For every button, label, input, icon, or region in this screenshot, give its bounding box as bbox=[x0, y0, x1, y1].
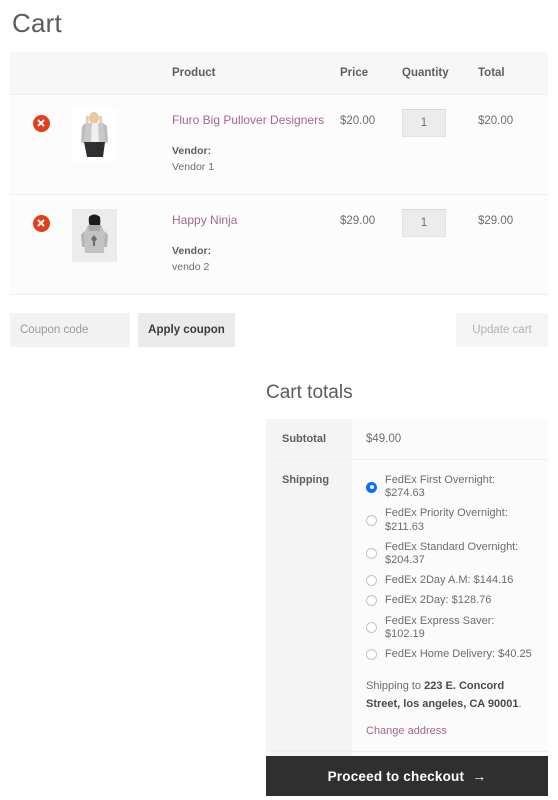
remove-cell bbox=[10, 194, 72, 295]
vendor-label: Vendor: bbox=[172, 245, 212, 258]
cart-totals-title: Cart totals bbox=[266, 382, 353, 403]
shipping-option[interactable]: FedEx Home Delivery: $40.25 bbox=[366, 648, 536, 661]
vendor-name: Vendor 1 bbox=[172, 160, 215, 173]
subtotal-value: $49.00 bbox=[352, 419, 548, 460]
column-header-thumbnail bbox=[72, 52, 172, 95]
remove-item-icon[interactable] bbox=[32, 214, 50, 232]
shipping-cell: FedEx First Overnight: $274.63 FedEx Pri… bbox=[352, 459, 548, 753]
quantity-cell: 1 bbox=[402, 194, 478, 295]
thumbnail-cell bbox=[72, 94, 172, 195]
quantity-input[interactable]: 1 bbox=[402, 208, 446, 237]
product-line-total: $20.00 bbox=[478, 94, 548, 195]
vendor-label: Vendor: bbox=[172, 145, 212, 158]
cart-table-header-row: Product Price Quantity Total bbox=[10, 52, 548, 95]
product-price: $20.00 bbox=[340, 94, 402, 195]
product-cell: Happy Ninja Vendor: vendo 2 bbox=[172, 194, 340, 295]
shipping-label: Shipping bbox=[266, 459, 352, 753]
radio-icon[interactable] bbox=[366, 575, 377, 587]
shipping-methods-list: FedEx First Overnight: $274.63 FedEx Pri… bbox=[366, 474, 536, 661]
page-title: Cart bbox=[12, 8, 62, 38]
product-thumbnail-image[interactable] bbox=[72, 108, 117, 162]
cart-table-body: Fluro Big Pullover Designers Vendor: Ven… bbox=[10, 94, 548, 295]
shipping-destination-text: Shipping to 223 E. Concord Street, los a… bbox=[366, 677, 536, 713]
shipping-to-suffix: . bbox=[518, 698, 522, 711]
subtotal-row: Subtotal $49.00 bbox=[266, 419, 548, 460]
product-line-total: $29.00 bbox=[478, 194, 548, 295]
change-address-link[interactable]: Change address bbox=[366, 725, 447, 737]
product-name-link[interactable]: Fluro Big Pullover Designers bbox=[172, 113, 340, 129]
shipping-option-label: FedEx Express Saver: $102.19 bbox=[385, 614, 495, 640]
shipping-option-label: FedEx Priority Overnight: $211.63 bbox=[385, 507, 508, 533]
apply-coupon-button[interactable]: Apply coupon bbox=[138, 313, 235, 347]
remove-cell bbox=[10, 94, 72, 195]
product-thumbnail-image[interactable] bbox=[72, 208, 117, 262]
quantity-cell: 1 bbox=[402, 94, 478, 195]
subtotal-label: Subtotal bbox=[266, 419, 352, 460]
cart-table-head: Product Price Quantity Total bbox=[10, 52, 548, 95]
shipping-to-prefix: Shipping to bbox=[366, 680, 425, 693]
shipping-option-label: FedEx Standard Overnight: $204.37 bbox=[385, 540, 519, 566]
shipping-option[interactable]: FedEx 2Day A.M: $144.16 bbox=[366, 574, 536, 587]
product-cell: Fluro Big Pullover Designers Vendor: Ven… bbox=[172, 94, 340, 195]
column-header-quantity: Quantity bbox=[402, 52, 478, 95]
table-row: Fluro Big Pullover Designers Vendor: Ven… bbox=[10, 94, 548, 195]
arrow-right-icon: → bbox=[472, 768, 487, 784]
proceed-to-checkout-button[interactable]: Proceed to checkout → bbox=[266, 756, 548, 796]
thumbnail-cell bbox=[72, 194, 172, 295]
cart-actions-row: Apply coupon Update cart bbox=[10, 313, 548, 347]
checkout-button-label: Proceed to checkout bbox=[327, 769, 465, 784]
product-name-link[interactable]: Happy Ninja bbox=[172, 213, 340, 229]
shipping-option[interactable]: FedEx Express Saver: $102.19 bbox=[366, 615, 536, 641]
column-header-total: Total bbox=[478, 52, 548, 95]
shipping-row: Shipping FedEx First Overnight: $274.63 … bbox=[266, 459, 548, 753]
radio-icon[interactable] bbox=[366, 648, 377, 660]
table-row: Happy Ninja Vendor: vendo 2 $29.00 1 $29… bbox=[10, 194, 548, 295]
shipping-option-label: FedEx 2Day A.M: $144.16 bbox=[385, 574, 514, 587]
remove-item-icon[interactable] bbox=[32, 114, 50, 132]
shipping-option-label: FedEx First Overnight: $274.63 bbox=[385, 474, 496, 500]
shipping-option[interactable]: FedEx Priority Overnight: $211.63 bbox=[366, 507, 536, 533]
product-price: $29.00 bbox=[340, 194, 402, 295]
radio-icon[interactable] bbox=[366, 595, 377, 607]
radio-icon[interactable] bbox=[366, 515, 377, 527]
radio-icon[interactable] bbox=[366, 548, 377, 560]
column-header-remove bbox=[10, 52, 72, 95]
vendor-name: vendo 2 bbox=[172, 260, 210, 273]
coupon-code-input[interactable] bbox=[10, 313, 130, 347]
update-cart-button[interactable]: Update cart bbox=[456, 313, 548, 347]
column-header-product: Product bbox=[172, 52, 340, 95]
shipping-option[interactable]: FedEx Standard Overnight: $204.37 bbox=[366, 541, 536, 567]
quantity-input[interactable]: 1 bbox=[402, 108, 446, 137]
shipping-option-label: FedEx Home Delivery: $40.25 bbox=[385, 647, 532, 660]
cart-totals-table: Subtotal $49.00 Shipping FedEx First Ove… bbox=[266, 419, 548, 793]
cart-table: Product Price Quantity Total Fluro Big P… bbox=[10, 52, 548, 295]
column-header-price: Price bbox=[340, 52, 402, 95]
shipping-option[interactable]: FedEx First Overnight: $274.63 bbox=[366, 474, 536, 500]
shipping-option[interactable]: FedEx 2Day: $128.76 bbox=[366, 594, 536, 607]
radio-icon[interactable] bbox=[366, 481, 377, 493]
radio-icon[interactable] bbox=[366, 622, 377, 634]
cart-totals-panel: Cart totals Subtotal $49.00 Shipping Fed… bbox=[266, 382, 548, 793]
shipping-option-label: FedEx 2Day: $128.76 bbox=[385, 594, 492, 607]
